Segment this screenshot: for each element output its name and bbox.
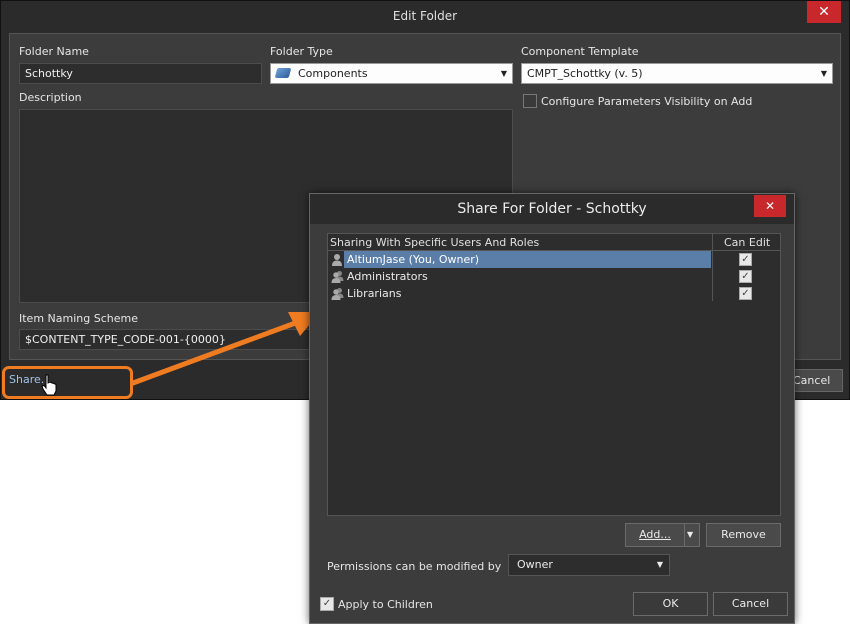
share-dialog-close-button[interactable]: ✕ — [754, 195, 786, 217]
sharing-grid: Sharing With Specific Users And Roles Ca… — [327, 233, 781, 516]
user-name: AltiumJase (You, Owner) — [344, 251, 711, 268]
share-folder-dialog: Share For Folder - Schottky ✕ Sharing Wi… — [309, 193, 795, 624]
add-button[interactable]: Add... ▼ — [625, 523, 700, 547]
can-edit-checkbox[interactable]: ✓ — [739, 270, 752, 283]
permissions-select[interactable]: Owner ▼ — [508, 554, 670, 576]
cancel-button[interactable]: Cancel — [713, 592, 788, 616]
ok-button[interactable]: OK — [633, 592, 708, 616]
group-name: Librarians — [347, 287, 402, 300]
add-dropdown-divider — [684, 524, 685, 546]
user-icon — [332, 254, 342, 266]
group-name: Administrators — [347, 270, 428, 283]
can-edit-checkbox[interactable]: ✓ — [739, 253, 752, 266]
table-row[interactable]: Librarians ✓ — [328, 285, 780, 302]
add-button-label: Add... — [639, 528, 671, 541]
group-icon — [331, 271, 344, 283]
apply-children-label: Apply to Children — [338, 598, 433, 611]
apply-children-checkbox[interactable]: ✓ — [320, 597, 334, 611]
remove-button[interactable]: Remove — [706, 523, 781, 547]
can-edit-checkbox[interactable]: ✓ — [739, 287, 752, 300]
column-header-can-edit[interactable]: Can Edit — [724, 236, 770, 249]
table-row[interactable]: Administrators ✓ — [328, 268, 780, 285]
permissions-label: Permissions can be modified by — [327, 560, 502, 573]
group-icon — [331, 288, 344, 300]
share-dialog-title: Share For Folder - Schottky — [310, 194, 794, 224]
chevron-down-icon: ▼ — [656, 560, 663, 569]
permissions-value: Owner — [517, 558, 553, 571]
column-header-users[interactable]: Sharing With Specific Users And Roles — [330, 236, 539, 249]
chevron-down-icon[interactable]: ▼ — [687, 524, 693, 546]
table-row[interactable]: AltiumJase (You, Owner) ✓ — [328, 251, 780, 268]
